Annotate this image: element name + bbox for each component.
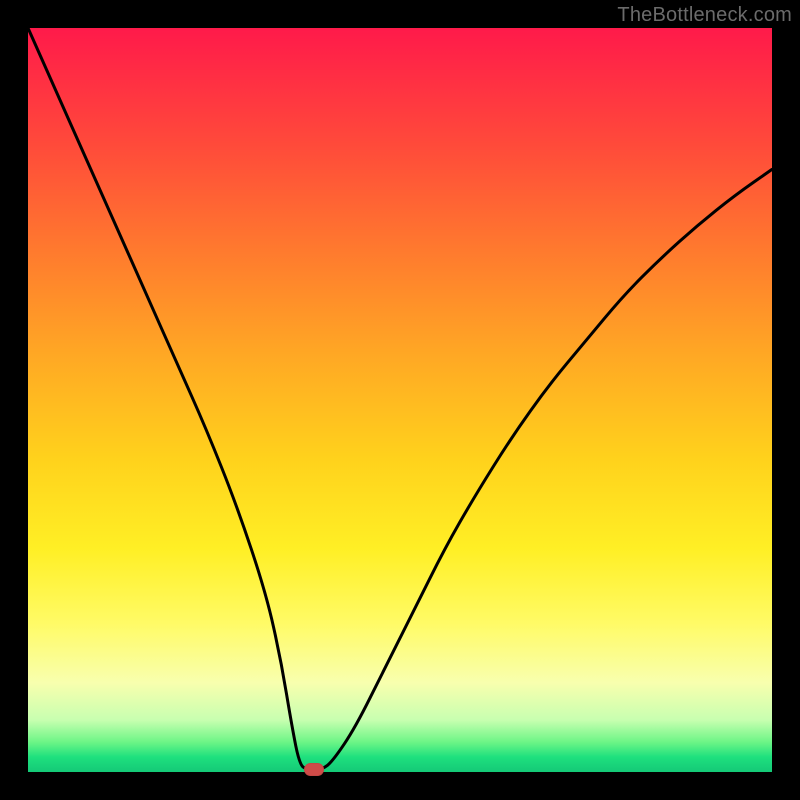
bottleneck-curve: [28, 28, 772, 770]
outer-frame: TheBottleneck.com: [0, 0, 800, 800]
optimum-marker: [304, 763, 324, 776]
watermark-text: TheBottleneck.com: [617, 4, 792, 27]
curve-svg: [28, 28, 772, 772]
plot-area: [28, 28, 772, 772]
